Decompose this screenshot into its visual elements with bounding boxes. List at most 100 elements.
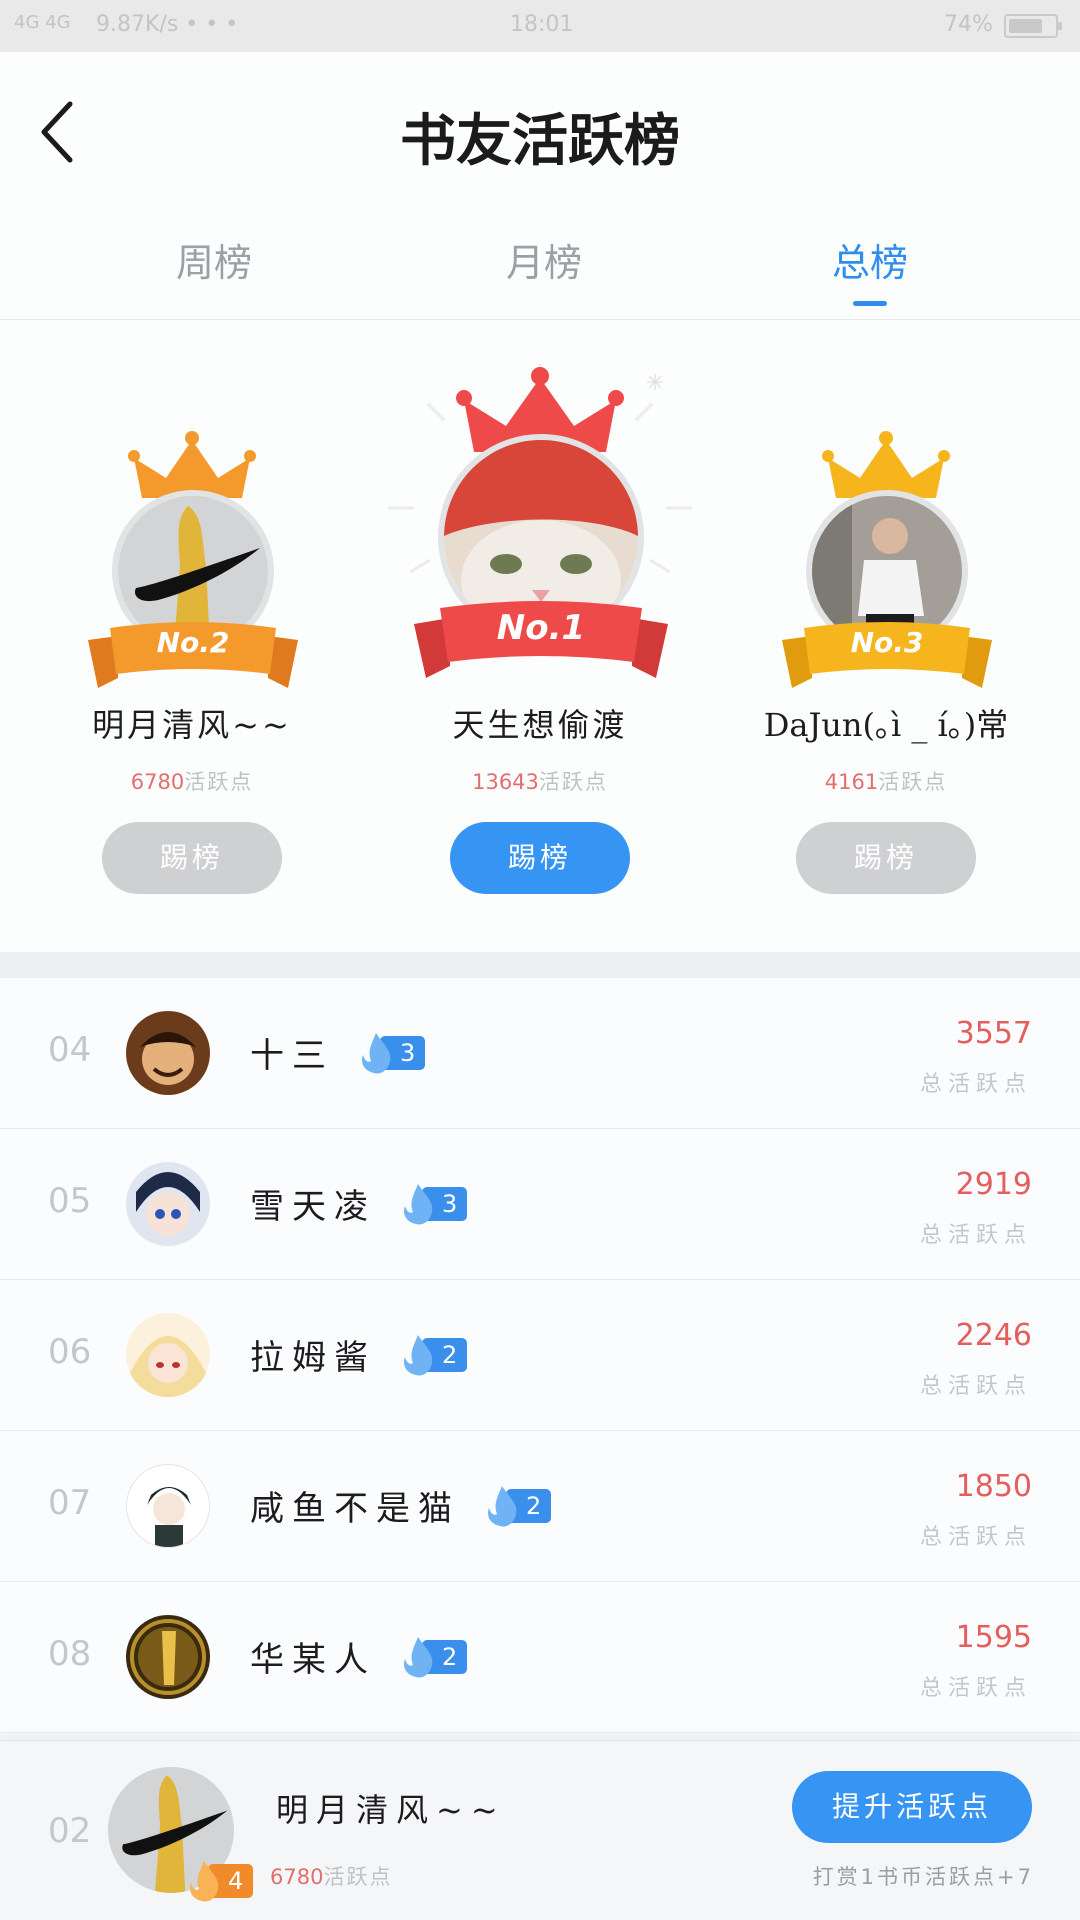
avatar[interactable] <box>126 1313 210 1397</box>
avatar[interactable] <box>126 1162 210 1246</box>
points-value: 13643 <box>472 770 539 794</box>
points-value: 2246 <box>955 1318 1032 1353</box>
level-badge: 3 <box>358 1032 426 1073</box>
rank-number: 06 <box>48 1332 92 1372</box>
top-three-podium: No.2 明月清风~~ 6780活跃点 踢榜 ✳ No.1 天生想偷渡 1364… <box>0 320 1080 952</box>
tab-monthly[interactable]: 月榜 <box>444 232 644 287</box>
user-name: 雪天凌 3 <box>250 1179 468 1228</box>
points-unit: 活跃点 <box>538 770 608 794</box>
flame-icon <box>488 1485 517 1526</box>
tab-label: 总榜 <box>831 241 908 285</box>
network-speed: 9.87K/s • • • <box>96 12 239 37</box>
user-name: 咸鱼不是猫 2 <box>250 1481 552 1530</box>
tab-label: 月榜 <box>505 241 582 285</box>
battery-percent: 74% <box>944 12 993 37</box>
level-badge: 2 <box>484 1485 552 1526</box>
level-badge: 3 <box>400 1183 468 1224</box>
tab-weekly[interactable]: 周榜 <box>114 232 314 287</box>
points-label: 总活跃点 <box>919 1072 1032 1097</box>
points-value: 3557 <box>955 1016 1032 1051</box>
list-item[interactable]: 07 咸鱼不是猫 2 1850 总活跃点 <box>0 1431 1080 1582</box>
user-name: 华某人 2 <box>250 1632 468 1681</box>
tab-label: 周榜 <box>175 241 252 285</box>
points-value: 2919 <box>955 1167 1032 1202</box>
rank-label: No.2 <box>156 626 230 659</box>
user-name-text: 华某人 <box>250 1640 376 1680</box>
list-item[interactable]: 05 雪天凌 3 2919 总活跃点 <box>0 1129 1080 1280</box>
section-divider <box>0 952 1080 978</box>
user-name: DaJun(｡ì _ í｡)常 <box>763 706 1009 744</box>
reward-hint: 打赏1书币活跃点+7 <box>812 1865 1034 1889</box>
podium-item-2: No.2 明月清风~~ 6780活跃点 踢榜 <box>42 320 342 952</box>
points-unit: 活跃点 <box>323 1865 393 1889</box>
rank-number: 04 <box>48 1030 92 1070</box>
points-unit: 活跃点 <box>184 770 254 794</box>
user-name: 十三 3 <box>250 1028 426 1077</box>
rank-number: 05 <box>48 1181 92 1221</box>
points-value: 1595 <box>955 1620 1032 1655</box>
rank-number: 02 <box>48 1811 92 1851</box>
user-name: 明月清风~~ <box>276 1791 506 1829</box>
tab-overall[interactable]: 总榜 <box>770 232 970 306</box>
points-label: 总活跃点 <box>919 1374 1032 1399</box>
points-text: 13643活跃点 <box>390 766 690 796</box>
flame-icon <box>362 1032 391 1073</box>
kick-button[interactable]: 踢榜 <box>796 822 976 894</box>
avatar-image <box>126 1313 210 1397</box>
user-name-text: 拉姆酱 <box>250 1338 376 1378</box>
rank-number: 07 <box>48 1483 92 1523</box>
my-rank-bar: 02 4 明月清风~~ 6780活跃点 提升活跃点 打赏1书币活跃点+7 <box>0 1740 1080 1920</box>
avatar-image <box>126 1162 210 1246</box>
flame-icon <box>190 1861 219 1902</box>
status-bar: 4G 4G 9.87K/s • • • 18:01 74% <box>0 0 1080 52</box>
points-text: 4161活跃点 <box>736 766 1036 796</box>
rank-label: No.3 <box>850 626 924 659</box>
user-name-text: 十三 <box>250 1036 334 1076</box>
points-label: 总活跃点 <box>919 1676 1032 1701</box>
avatar[interactable] <box>126 1011 210 1095</box>
page-title: 书友活跃榜 <box>400 108 680 174</box>
list-item[interactable]: 04 十三 3 3557 总活跃点 <box>0 978 1080 1129</box>
boost-points-button[interactable]: 提升活跃点 <box>792 1771 1032 1843</box>
list-item[interactable]: 08 华某人 2 1595 总活跃点 <box>0 1582 1080 1733</box>
avatar-image <box>126 1011 210 1095</box>
flame-icon <box>404 1183 433 1224</box>
kick-button[interactable]: 踢榜 <box>450 822 630 894</box>
points-text: 6780活跃点 <box>42 766 342 796</box>
points-value: 4161 <box>824 770 879 794</box>
list-item[interactable]: 06 拉姆酱 2 2246 总活跃点 <box>0 1280 1080 1431</box>
podium-item-1: ✳ No.1 天生想偷渡 13643活跃点 踢榜 <box>388 320 692 952</box>
points-value: 1850 <box>955 1469 1032 1504</box>
kick-button[interactable]: 踢榜 <box>102 822 282 894</box>
avatar[interactable] <box>126 1464 210 1548</box>
battery-icon <box>1004 14 1062 38</box>
flame-icon <box>404 1636 433 1677</box>
podium-item-3: No.3 DaJun(｡ì _ í｡)常 4161活跃点 踢榜 <box>736 320 1036 952</box>
ranking-list: 04 十三 3 3557 总活跃点 05 雪天凌 3 2919 总活跃点 06 <box>0 978 1080 1733</box>
signal-indicator: 4G 4G <box>14 12 71 33</box>
svg-text:✳: ✳ <box>646 371 664 396</box>
clock: 18:01 <box>510 12 574 37</box>
avatar-image <box>127 1465 209 1547</box>
points-unit: 活跃点 <box>878 770 948 794</box>
user-name-text: 雪天凌 <box>250 1187 376 1227</box>
points-label: 总活跃点 <box>919 1223 1032 1248</box>
user-name: 天生想偷渡 <box>452 706 628 744</box>
user-name: 拉姆酱 2 <box>250 1330 468 1379</box>
level-badge: 2 <box>400 1334 468 1375</box>
points-text: 6780活跃点 <box>270 1861 392 1891</box>
level-badge: 4 <box>186 1861 254 1902</box>
rank-number: 08 <box>48 1634 92 1674</box>
points-value: 6780 <box>130 770 185 794</box>
user-name-text: 咸鱼不是猫 <box>250 1489 460 1529</box>
points-label: 总活跃点 <box>919 1525 1032 1550</box>
points-value: 6780 <box>270 1865 324 1889</box>
header: 书友活跃榜 周榜 月榜 总榜 <box>0 52 1080 320</box>
flame-icon <box>404 1334 433 1375</box>
avatar[interactable] <box>126 1615 210 1699</box>
tab-active-indicator <box>853 301 887 306</box>
rank-label: No.1 <box>496 608 586 648</box>
user-name: 明月清风~~ <box>92 706 292 744</box>
avatar-image <box>126 1615 210 1699</box>
level-badge: 2 <box>400 1636 468 1677</box>
